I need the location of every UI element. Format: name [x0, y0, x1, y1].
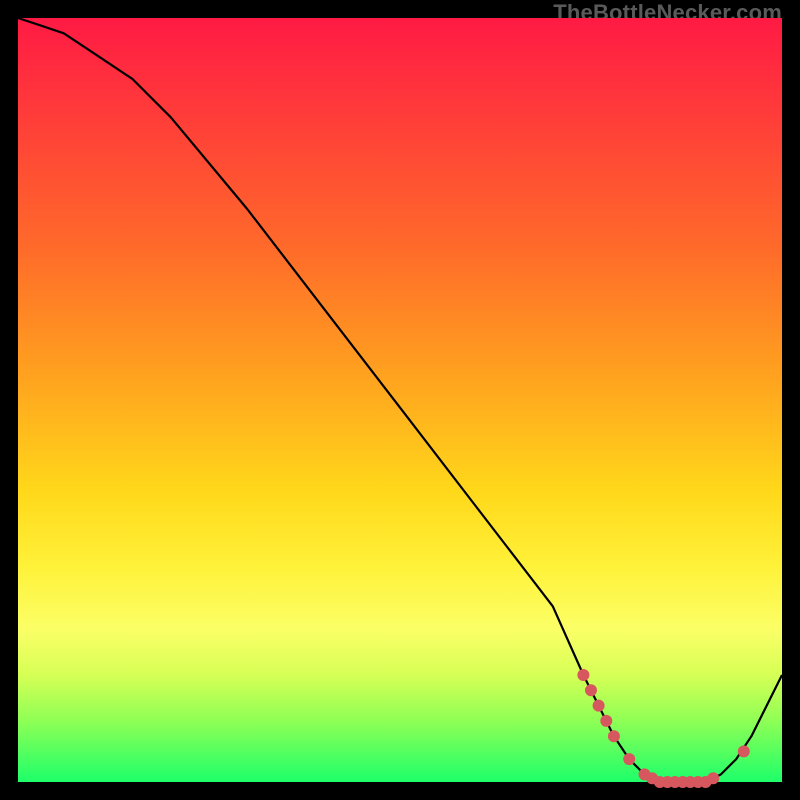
- plot-area: [18, 18, 782, 782]
- chart-svg: [18, 18, 782, 782]
- data-marker: [585, 684, 597, 696]
- data-marker: [593, 700, 605, 712]
- data-marker: [577, 669, 589, 681]
- data-marker: [738, 745, 750, 757]
- data-marker: [707, 772, 719, 784]
- chart-frame: TheBottleNecker.com: [0, 0, 800, 800]
- data-marker: [623, 753, 635, 765]
- curve-path: [18, 18, 782, 782]
- data-marker: [600, 715, 612, 727]
- data-marker: [608, 730, 620, 742]
- curve-line: [18, 18, 782, 782]
